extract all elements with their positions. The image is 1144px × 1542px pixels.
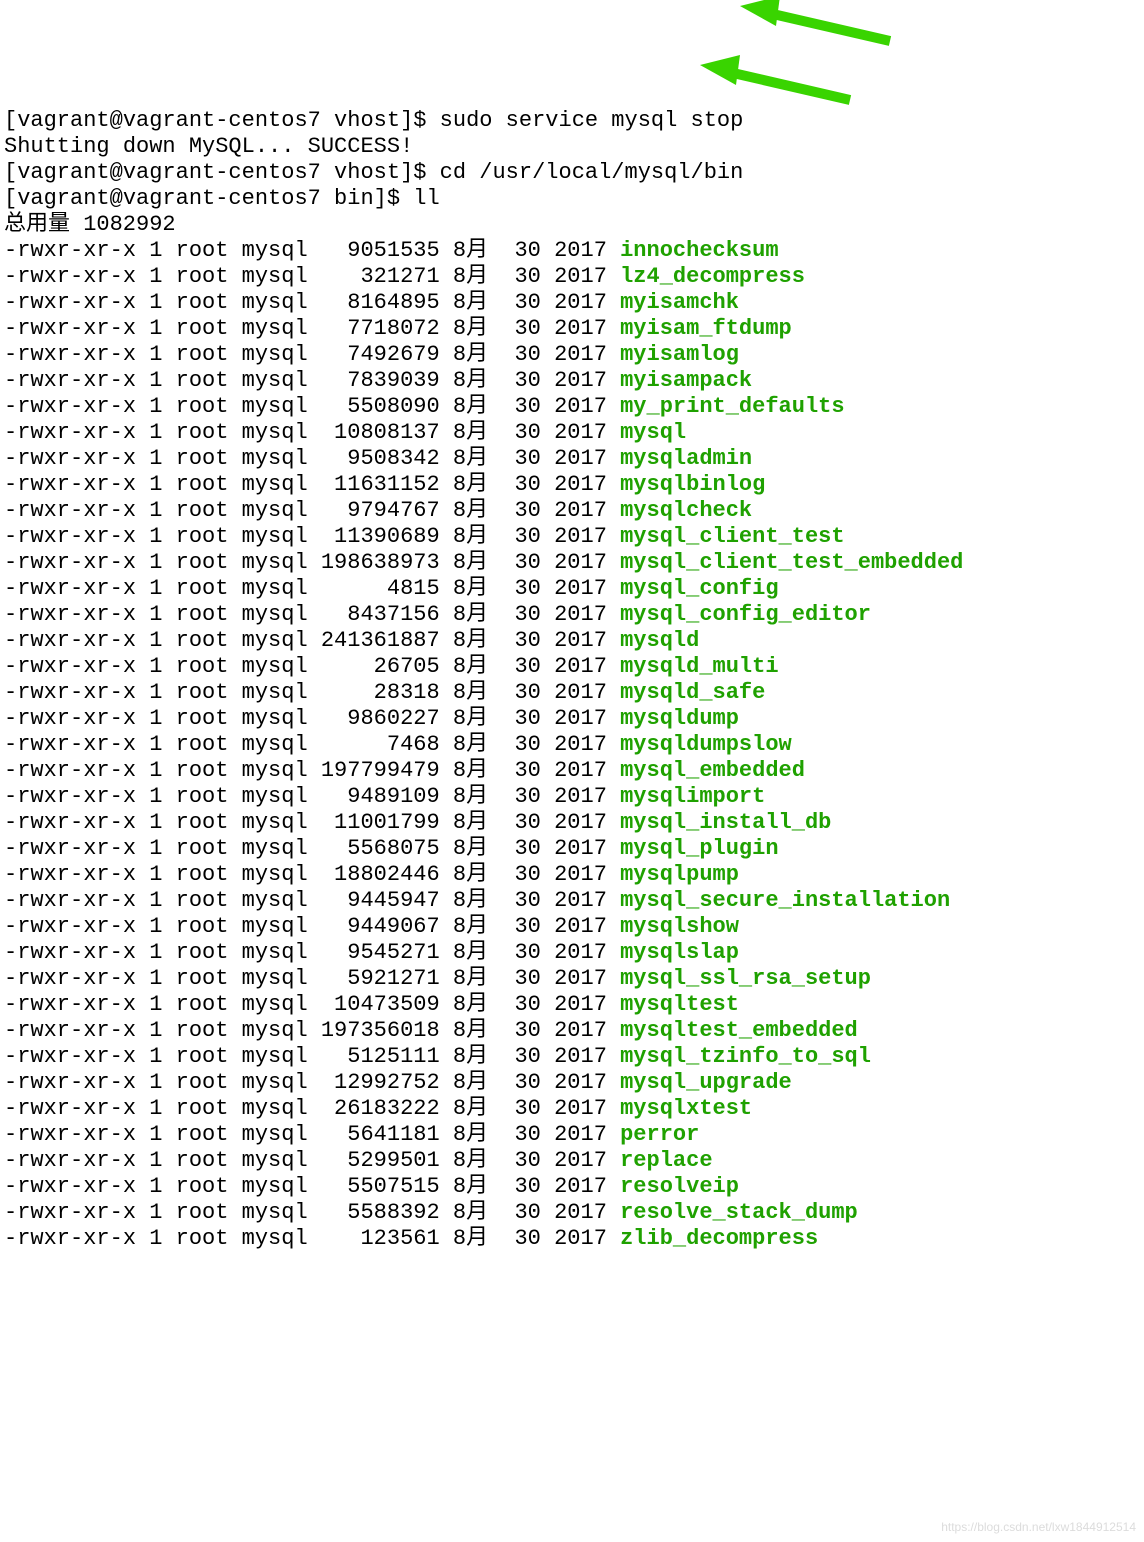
file-row: -rwxr-xr-x 1 root mysql 4815 8月 30 2017 bbox=[4, 576, 620, 601]
shell-prompt: [vagrant@vagrant-centos7 vhost]$ bbox=[4, 108, 440, 133]
file-row: -rwxr-xr-x 1 root mysql 9860227 8月 30 20… bbox=[4, 706, 620, 731]
file-row: -rwxr-xr-x 1 root mysql 7839039 8月 30 20… bbox=[4, 368, 620, 393]
total-line: 总用量 1082992 bbox=[4, 212, 176, 237]
file-row: -rwxr-xr-x 1 root mysql 12992752 8月 30 2… bbox=[4, 1070, 620, 1095]
file-name: myisampack bbox=[620, 368, 752, 393]
file-name: mysqlbinlog bbox=[620, 472, 765, 497]
file-name: mysql_install_db bbox=[620, 810, 831, 835]
shell-prompt: [vagrant@vagrant-centos7 vhost]$ bbox=[4, 160, 440, 185]
file-name: mysqlshow bbox=[620, 914, 739, 939]
file-name: mysql bbox=[620, 420, 686, 445]
file-row: -rwxr-xr-x 1 root mysql 5125111 8月 30 20… bbox=[4, 1044, 620, 1069]
shell-command: sudo service mysql stop bbox=[440, 108, 744, 133]
file-name: mysqltest_embedded bbox=[620, 1018, 858, 1043]
annotation-arrow-2 bbox=[700, 55, 860, 105]
file-row: -rwxr-xr-x 1 root mysql 9508342 8月 30 20… bbox=[4, 446, 620, 471]
shell-command: cd /usr/local/mysql/bin bbox=[440, 160, 744, 185]
file-row: -rwxr-xr-x 1 root mysql 10473509 8月 30 2… bbox=[4, 992, 620, 1017]
file-name: mysqlpump bbox=[620, 862, 739, 887]
file-name: mysqlslap bbox=[620, 940, 739, 965]
file-row: -rwxr-xr-x 1 root mysql 321271 8月 30 201… bbox=[4, 264, 620, 289]
file-row: -rwxr-xr-x 1 root mysql 197356018 8月 30 … bbox=[4, 1018, 620, 1043]
shell-prompt: [vagrant@vagrant-centos7 bin]$ bbox=[4, 186, 413, 211]
file-name: mysqladmin bbox=[620, 446, 752, 471]
file-row: -rwxr-xr-x 1 root mysql 10808137 8月 30 2… bbox=[4, 420, 620, 445]
file-row: -rwxr-xr-x 1 root mysql 7718072 8月 30 20… bbox=[4, 316, 620, 341]
file-row: -rwxr-xr-x 1 root mysql 7492679 8月 30 20… bbox=[4, 342, 620, 367]
file-row: -rwxr-xr-x 1 root mysql 197799479 8月 30 … bbox=[4, 758, 620, 783]
file-row: -rwxr-xr-x 1 root mysql 8164895 8月 30 20… bbox=[4, 290, 620, 315]
file-row: -rwxr-xr-x 1 root mysql 5299501 8月 30 20… bbox=[4, 1148, 620, 1173]
file-row: -rwxr-xr-x 1 root mysql 9449067 8月 30 20… bbox=[4, 914, 620, 939]
file-name: replace bbox=[620, 1148, 712, 1173]
file-row: -rwxr-xr-x 1 root mysql 241361887 8月 30 … bbox=[4, 628, 620, 653]
file-name: mysql_client_test_embedded bbox=[620, 550, 963, 575]
shell-command: ll bbox=[413, 186, 439, 211]
file-name: mysqld_multi bbox=[620, 654, 778, 679]
file-row: -rwxr-xr-x 1 root mysql 123561 8月 30 201… bbox=[4, 1226, 620, 1251]
file-name: mysql_plugin bbox=[620, 836, 778, 861]
file-row: -rwxr-xr-x 1 root mysql 5508090 8月 30 20… bbox=[4, 394, 620, 419]
file-row: -rwxr-xr-x 1 root mysql 11390689 8月 30 2… bbox=[4, 524, 620, 549]
file-row: -rwxr-xr-x 1 root mysql 9445947 8月 30 20… bbox=[4, 888, 620, 913]
file-row: -rwxr-xr-x 1 root mysql 26183222 8月 30 2… bbox=[4, 1096, 620, 1121]
file-row: -rwxr-xr-x 1 root mysql 26705 8月 30 2017 bbox=[4, 654, 620, 679]
file-name: lz4_decompress bbox=[620, 264, 805, 289]
file-name: mysqld_safe bbox=[620, 680, 765, 705]
file-name: resolve_stack_dump bbox=[620, 1200, 858, 1225]
file-row: -rwxr-xr-x 1 root mysql 8437156 8月 30 20… bbox=[4, 602, 620, 627]
file-name: mysqltest bbox=[620, 992, 739, 1017]
watermark: https://blog.csdn.net/lxw1844912514 bbox=[941, 1514, 1136, 1540]
file-name: myisam_ftdump bbox=[620, 316, 792, 341]
file-name: perror bbox=[620, 1122, 699, 1147]
file-name: mysql_config bbox=[620, 576, 778, 601]
file-name: mysqlxtest bbox=[620, 1096, 752, 1121]
file-row: -rwxr-xr-x 1 root mysql 5568075 8月 30 20… bbox=[4, 836, 620, 861]
file-name: mysqlcheck bbox=[620, 498, 752, 523]
file-row: -rwxr-xr-x 1 root mysql 9489109 8月 30 20… bbox=[4, 784, 620, 809]
annotation-arrow-1 bbox=[740, 0, 900, 46]
file-name: mysql_tzinfo_to_sql bbox=[620, 1044, 871, 1069]
file-name: resolveip bbox=[620, 1174, 739, 1199]
file-row: -rwxr-xr-x 1 root mysql 198638973 8月 30 … bbox=[4, 550, 620, 575]
file-row: -rwxr-xr-x 1 root mysql 5507515 8月 30 20… bbox=[4, 1174, 620, 1199]
file-row: -rwxr-xr-x 1 root mysql 5641181 8月 30 20… bbox=[4, 1122, 620, 1147]
file-name: mysql_client_test bbox=[620, 524, 844, 549]
file-name: mysql_config_editor bbox=[620, 602, 871, 627]
terminal-output: [vagrant@vagrant-centos7 vhost]$ sudo se… bbox=[4, 108, 1140, 1252]
file-name: myisamchk bbox=[620, 290, 739, 315]
file-name: mysql_ssl_rsa_setup bbox=[620, 966, 871, 991]
file-row: -rwxr-xr-x 1 root mysql 9545271 8月 30 20… bbox=[4, 940, 620, 965]
file-name: zlib_decompress bbox=[620, 1226, 818, 1251]
file-name: mysql_upgrade bbox=[620, 1070, 792, 1095]
file-row: -rwxr-xr-x 1 root mysql 11001799 8月 30 2… bbox=[4, 810, 620, 835]
file-row: -rwxr-xr-x 1 root mysql 28318 8月 30 2017 bbox=[4, 680, 620, 705]
file-name: innochecksum bbox=[620, 238, 778, 263]
file-row: -rwxr-xr-x 1 root mysql 9794767 8月 30 20… bbox=[4, 498, 620, 523]
file-name: mysql_embedded bbox=[620, 758, 805, 783]
file-name: my_print_defaults bbox=[620, 394, 844, 419]
file-row: -rwxr-xr-x 1 root mysql 5921271 8月 30 20… bbox=[4, 966, 620, 991]
file-name: mysql_secure_installation bbox=[620, 888, 950, 913]
shell-output-line: Shutting down MySQL... SUCCESS! bbox=[4, 134, 413, 159]
file-name: mysqlimport bbox=[620, 784, 765, 809]
file-name: mysqldumpslow bbox=[620, 732, 792, 757]
file-name: myisamlog bbox=[620, 342, 739, 367]
file-name: mysqldump bbox=[620, 706, 739, 731]
file-row: -rwxr-xr-x 1 root mysql 5588392 8月 30 20… bbox=[4, 1200, 620, 1225]
file-row: -rwxr-xr-x 1 root mysql 9051535 8月 30 20… bbox=[4, 238, 620, 263]
file-row: -rwxr-xr-x 1 root mysql 7468 8月 30 2017 bbox=[4, 732, 620, 757]
file-row: -rwxr-xr-x 1 root mysql 18802446 8月 30 2… bbox=[4, 862, 620, 887]
file-row: -rwxr-xr-x 1 root mysql 11631152 8月 30 2… bbox=[4, 472, 620, 497]
file-name: mysqld bbox=[620, 628, 699, 653]
